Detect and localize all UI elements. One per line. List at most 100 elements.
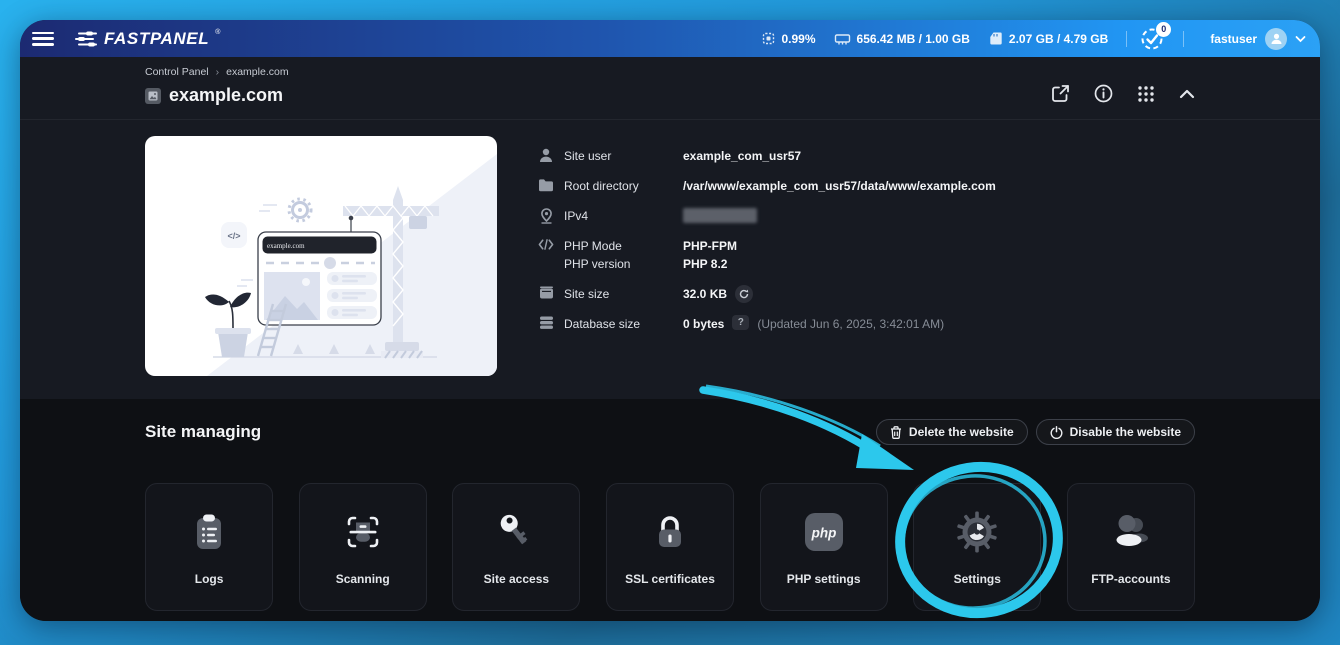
delete-website-button[interactable]: Delete the website xyxy=(875,419,1028,445)
site-info-section: </> example.com Site user example_com_us… xyxy=(20,120,1320,399)
ram-icon xyxy=(834,33,850,44)
external-link-icon xyxy=(1052,85,1069,102)
hamburger-menu-icon[interactable] xyxy=(30,29,56,49)
info-row-ipv4: IPv4 xyxy=(538,207,1195,225)
info-button[interactable] xyxy=(1094,84,1113,103)
section-title: Site managing xyxy=(145,422,262,441)
notifications-button[interactable]: 0 xyxy=(1139,21,1172,52)
illustration-domain-text: example.com xyxy=(267,242,305,250)
chevron-up-icon xyxy=(1179,89,1195,98)
tile-settings[interactable]: Settings xyxy=(913,483,1042,611)
folder-icon xyxy=(538,177,554,195)
info-icon xyxy=(1094,84,1113,103)
tile-label: Scanning xyxy=(335,572,390,586)
topbar-divider xyxy=(1126,30,1128,47)
root-directory-value: /var/www/example_com_usr57/data/www/exam… xyxy=(683,179,996,193)
site-info-table: Site user example_com_usr57 Root directo… xyxy=(538,136,1195,399)
disk-usage-stat: 2.07 GB / 4.79 GB xyxy=(988,31,1108,46)
cpu-usage-stat: 0.99% xyxy=(761,31,816,46)
collapse-button[interactable] xyxy=(1179,89,1195,99)
chevron-down-icon xyxy=(1295,35,1306,42)
tile-label: Settings xyxy=(953,572,1001,586)
scanning-icon xyxy=(341,492,385,572)
database-size-help[interactable]: ? xyxy=(732,315,750,330)
logo-text: FASTPANEL xyxy=(104,28,210,48)
refresh-icon xyxy=(739,289,749,299)
info-label: IPv4 xyxy=(564,209,589,223)
logo-sliders-icon xyxy=(75,31,97,46)
cpu-icon xyxy=(762,32,774,45)
ram-usage-stat: 656.42 MB / 1.00 GB xyxy=(834,32,970,46)
tile-label: PHP settings xyxy=(786,572,861,586)
tile-scanning[interactable]: Scanning xyxy=(298,483,427,611)
tile-ftp-accounts[interactable]: FTP-accounts xyxy=(1066,483,1195,611)
info-label: Root directory xyxy=(564,179,639,193)
site-favicon xyxy=(145,87,161,104)
logs-icon xyxy=(187,492,231,572)
site-illustration: </> example.com xyxy=(145,136,497,376)
code-icon xyxy=(538,237,554,273)
topbar-divider xyxy=(1183,30,1185,47)
grid-icon xyxy=(1138,85,1154,102)
site-size-value: 32.0 KB xyxy=(683,287,728,301)
notifications-count-badge: 0 xyxy=(1156,21,1172,37)
info-label: PHP Mode xyxy=(564,239,622,253)
info-row-site-user: Site user example_com_usr57 xyxy=(538,147,1195,165)
person-icon xyxy=(1271,33,1281,44)
database-icon xyxy=(538,315,554,333)
breadcrumb-control-panel[interactable]: Control Panel xyxy=(145,66,209,78)
fastpanel-logo[interactable]: FASTPANEL ® xyxy=(74,29,220,49)
breadcrumb: Control Panel › example.com xyxy=(145,66,289,78)
cpu-usage-value: 0.99% xyxy=(781,31,816,46)
breadcrumb-current: example.com xyxy=(226,66,289,78)
ipv4-redacted-value xyxy=(683,208,757,223)
info-label: Database size xyxy=(564,317,641,331)
user-menu[interactable]: fastuser xyxy=(1210,27,1306,50)
gear-icon xyxy=(954,492,1000,572)
info-label: Site user xyxy=(564,149,612,163)
apps-grid-button[interactable] xyxy=(1137,85,1155,103)
delete-website-label: Delete the website xyxy=(908,425,1014,439)
info-row-php: PHP Mode PHP version PHP-FPM PHP 8.2 xyxy=(538,237,1195,273)
topbar: FASTPANEL ® 0.99% 656.42 MB / 1.00 GB 2.… xyxy=(20,20,1320,57)
open-site-button[interactable] xyxy=(1051,84,1070,103)
tile-label: Site access xyxy=(483,572,550,586)
logo-registered-mark: ® xyxy=(215,29,221,36)
disable-website-button[interactable]: Disable the website xyxy=(1035,419,1195,445)
breadcrumb-separator: › xyxy=(215,66,220,78)
user-icon xyxy=(538,147,554,165)
ftp-accounts-icon xyxy=(1108,492,1154,572)
php-mode-value: PHP-FPM xyxy=(683,239,737,253)
ram-usage-value: 656.42 MB / 1.00 GB xyxy=(856,31,970,46)
user-avatar xyxy=(1265,27,1287,50)
tile-php-settings[interactable]: php PHP settings xyxy=(759,483,888,611)
tile-label: FTP-accounts xyxy=(1091,572,1171,586)
php-icon-text: php xyxy=(810,526,836,541)
disk-usage-value: 2.07 GB / 4.79 GB xyxy=(1008,31,1109,46)
trash-icon xyxy=(890,425,901,439)
location-pin-icon xyxy=(538,207,554,225)
page-header: Control Panel › example.com example.com xyxy=(20,57,1320,120)
site-user-value: example_com_usr57 xyxy=(683,149,802,163)
wallet-icon xyxy=(538,285,554,303)
disable-website-label: Disable the website xyxy=(1069,425,1181,439)
site-managing-section: Site managing Delete the website Disable… xyxy=(20,399,1320,621)
image-icon xyxy=(148,91,158,100)
tile-site-access[interactable]: Site access xyxy=(452,483,581,611)
website-construction-illustration: </> example.com xyxy=(205,154,497,376)
key-icon xyxy=(494,492,538,572)
managing-tiles: Logs Scanning Site access SSL certificat… xyxy=(145,483,1195,611)
disk-icon xyxy=(990,32,1002,45)
info-row-site-size: Site size 32.0 KB xyxy=(538,285,1195,303)
database-size-value: 0 bytes xyxy=(683,317,725,331)
refresh-site-size-button[interactable] xyxy=(735,285,754,303)
php-version-value: PHP 8.2 xyxy=(683,257,728,271)
tile-label: SSL certificates xyxy=(625,572,715,586)
tile-ssl-certificates[interactable]: SSL certificates xyxy=(605,483,735,611)
page-title: example.com xyxy=(169,85,284,105)
tile-logs[interactable]: Logs xyxy=(145,483,274,611)
tile-label: Logs xyxy=(194,572,224,586)
info-label: PHP version xyxy=(564,257,631,271)
info-row-database-size: Database size 0 bytes ? (Updated Jun 6, … xyxy=(538,315,1195,333)
info-label: Site size xyxy=(564,287,610,301)
